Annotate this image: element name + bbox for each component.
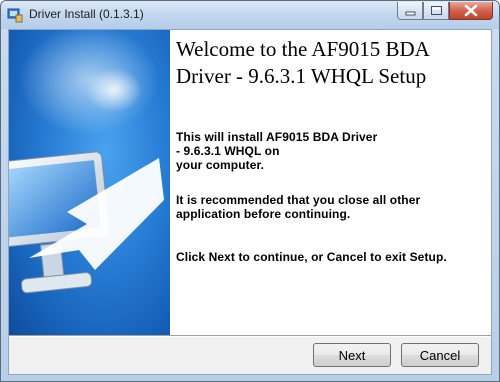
- install-line: - 9.6.3.1 WHQL on: [176, 144, 280, 158]
- welcome-heading: Welcome to the AF9015 BDA Driver - 9.6.3…: [176, 37, 429, 88]
- minimize-button[interactable]: [397, 2, 423, 20]
- maximize-icon: [431, 6, 442, 15]
- recommendation-line: application before continuing.: [176, 207, 351, 221]
- installer-icon: [7, 7, 23, 23]
- recommendation-text: It is recommended that you close all oth…: [176, 193, 486, 221]
- setup-banner: [9, 30, 170, 335]
- title-bar[interactable]: Driver Install (0.1.3.1): [1, 1, 499, 29]
- button-separator: [9, 335, 491, 337]
- next-button[interactable]: Next: [313, 343, 391, 367]
- install-line: your computer.: [176, 158, 265, 172]
- install-line: This will install AF9015 BDA Driver: [176, 130, 378, 144]
- window-title: Driver Install (0.1.3.1): [29, 7, 144, 21]
- window-controls: [397, 2, 493, 21]
- setup-dialog-body: Welcome to the AF9015 BDA Driver - 9.6.3…: [8, 29, 492, 375]
- monitor-arrow-illustration: [9, 30, 164, 294]
- installer-window: Driver Install (0.1.3.1) Welcome to the …: [0, 0, 500, 382]
- cancel-button[interactable]: Cancel: [401, 343, 479, 367]
- close-icon: [464, 4, 478, 17]
- welcome-panel: Welcome to the AF9015 BDA Driver - 9.6.3…: [170, 30, 491, 335]
- recommendation-line: It is recommended that you close all oth…: [176, 193, 421, 207]
- maximize-button[interactable]: [423, 2, 449, 20]
- close-button[interactable]: [449, 2, 493, 20]
- minimize-icon: [405, 11, 416, 16]
- install-description: This will install AF9015 BDA Driver - 9.…: [176, 130, 486, 172]
- instruction-text: Click Next to continue, or Cancel to exi…: [176, 250, 447, 264]
